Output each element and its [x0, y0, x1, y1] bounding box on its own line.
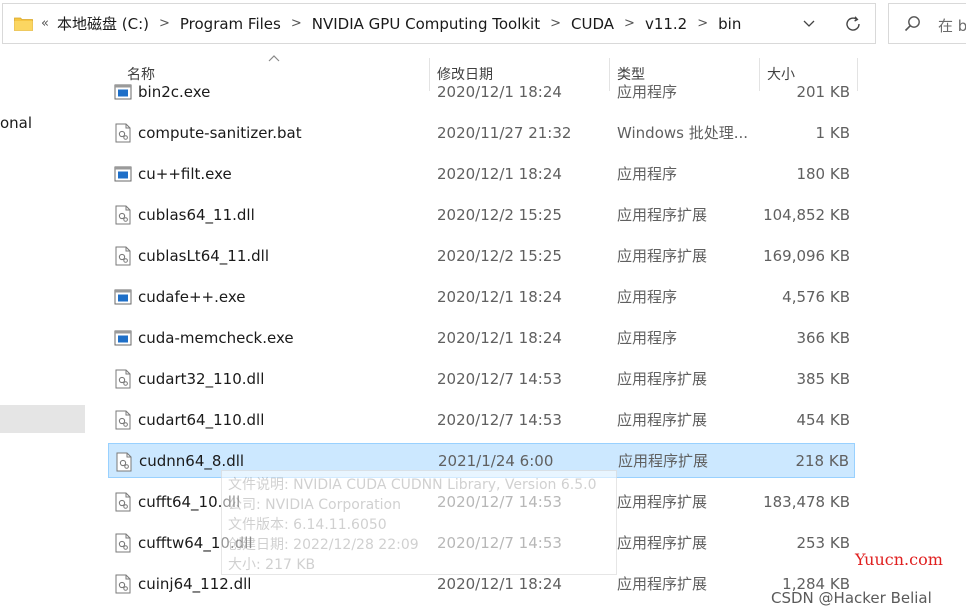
breadcrumb-overflow[interactable]: «	[41, 16, 57, 31]
breadcrumb-separator-icon[interactable]: >	[281, 16, 312, 31]
file-row[interactable]: cudart32_110.dll 2020/12/7 14:53 应用程序扩展 385…	[108, 361, 855, 396]
file-size: 253 KB	[796, 533, 850, 552]
tooltip-line: 公司: NVIDIA Corporation	[228, 497, 401, 513]
file-name: cudart32_110.dll	[138, 369, 265, 388]
file-type: 应用程序	[617, 165, 678, 183]
breadcrumb-separator-icon[interactable]: >	[540, 16, 571, 31]
file-row[interactable]: bin2c.exe 2020/12/1 18:24 应用程序 201 KB	[108, 74, 855, 109]
file-type: 应用程序扩展	[617, 534, 708, 552]
file-size: 218 KB	[795, 451, 849, 470]
file-date: 2020/11/27 21:32	[437, 123, 572, 142]
breadcrumb: « 本地磁盘 (C:) > Program Files > NVIDIA GPU Com…	[41, 4, 741, 43]
address-bar[interactable]: « 本地磁盘 (C:) > Program Files > NVIDIA GPU Com…	[2, 3, 876, 44]
file-type: 应用程序扩展	[617, 206, 708, 224]
file-date: 2020/12/1 18:24	[437, 328, 562, 347]
file-date: 2020/12/7 14:53	[437, 410, 562, 429]
nav-item-label[interactable]: onal	[0, 114, 32, 132]
file-type: 应用程序扩展	[617, 411, 708, 429]
file-type: 应用程序扩展	[617, 370, 708, 388]
file-name: cuda-memcheck.exe	[138, 328, 294, 347]
tooltip-line: 文件版本: 6.14.11.6050	[228, 517, 387, 533]
file-name: bin2c.exe	[138, 82, 211, 101]
breadcrumb-item[interactable]: bin	[718, 15, 741, 33]
file-size: 4,576 KB	[782, 287, 850, 306]
nav-item-selected[interactable]	[0, 405, 85, 433]
file-row[interactable]: compute-sanitizer.bat 2020/11/27 21:32 Win…	[108, 115, 855, 150]
dll-icon	[114, 369, 132, 389]
dll-icon	[114, 492, 132, 512]
dll-icon	[114, 574, 132, 594]
file-size: 366 KB	[796, 328, 850, 347]
breadcrumb-item[interactable]: v11.2	[645, 15, 687, 33]
breadcrumb-item[interactable]: NVIDIA GPU Computing Toolkit	[312, 15, 540, 33]
file-date: 2020/12/2 15:25	[437, 205, 562, 224]
file-name: cublas64_11.dll	[138, 205, 255, 224]
file-type: 应用程序扩展	[617, 493, 708, 511]
file-row[interactable]: cu++filt.exe 2020/12/1 18:24 应用程序 180 KB	[108, 156, 855, 191]
file-size: 454 KB	[796, 410, 850, 429]
tooltip-line: 文件说明: NVIDIA CUDA CUDNN Library, Version…	[228, 477, 597, 493]
breadcrumb-separator-icon[interactable]: >	[614, 16, 645, 31]
file-row[interactable]: cudafe++.exe 2020/12/1 18:24 应用程序 4,576 KB	[108, 279, 855, 314]
file-type: 应用程序	[617, 288, 678, 306]
dll-icon	[114, 246, 132, 266]
file-type: 应用程序扩展	[617, 247, 708, 265]
watermark-author: CSDN @Hacker Belial	[771, 589, 932, 607]
dll-icon	[114, 533, 132, 553]
dll-icon	[115, 452, 133, 472]
file-name: cudafe++.exe	[138, 287, 246, 306]
breadcrumb-item[interactable]: 本地磁盘 (C:)	[57, 13, 149, 34]
file-name: cudart64_110.dll	[138, 410, 265, 429]
file-type: 应用程序扩展	[617, 575, 708, 593]
address-dropdown-button[interactable]	[798, 13, 820, 35]
search-icon	[904, 16, 920, 32]
file-size: 183,478 KB	[763, 492, 850, 511]
tooltip-line: 大小: 217 KB	[228, 557, 316, 573]
file-date: 2020/12/2 15:25	[437, 246, 562, 265]
file-type: 应用程序	[617, 83, 678, 101]
file-size: 169,096 KB	[763, 246, 850, 265]
breadcrumb-separator-icon[interactable]: >	[687, 16, 718, 31]
file-type: 应用程序扩展	[618, 452, 709, 470]
bat-icon	[114, 123, 132, 143]
file-date: 2020/12/1 18:24	[437, 287, 562, 306]
watermark-site: Yuucn.com	[855, 550, 943, 569]
file-name: cublasLt64_11.dll	[138, 246, 269, 265]
search-box[interactable]: 在 b	[888, 3, 966, 44]
exe-icon	[114, 328, 132, 348]
file-name: cu++filt.exe	[138, 164, 232, 183]
exe-icon	[114, 82, 132, 102]
breadcrumb-separator-icon[interactable]: >	[149, 16, 180, 31]
column-divider[interactable]	[857, 58, 858, 91]
file-name: compute-sanitizer.bat	[138, 123, 302, 142]
file-row[interactable]: cublasLt64_11.dll 2020/12/2 15:25 应用程序扩展 16…	[108, 238, 855, 273]
exe-icon	[114, 287, 132, 307]
chevron-down-icon	[803, 20, 815, 27]
file-size: 385 KB	[796, 369, 850, 388]
dll-icon	[114, 205, 132, 225]
file-date: 2020/12/1 18:24	[437, 164, 562, 183]
file-size: 180 KB	[796, 164, 850, 183]
dll-icon	[114, 410, 132, 430]
file-size: 104,852 KB	[763, 205, 850, 224]
file-date: 2020/12/1 18:24	[437, 82, 562, 101]
tooltip-line: 创建日期: 2022/12/28 22:09	[228, 537, 419, 553]
search-placeholder: 在 b	[938, 17, 966, 35]
file-size: 201 KB	[796, 82, 850, 101]
exe-icon	[114, 164, 132, 184]
file-row[interactable]: cudart64_110.dll 2020/12/7 14:53 应用程序扩展 454…	[108, 402, 855, 437]
file-row[interactable]: cuda-memcheck.exe 2020/12/1 18:24 应用程序 366 …	[108, 320, 855, 355]
refresh-icon	[846, 16, 860, 31]
file-type: 应用程序	[617, 329, 678, 347]
file-size: 1 KB	[815, 123, 850, 142]
file-row[interactable]: cublas64_11.dll 2020/12/2 15:25 应用程序扩展 104,…	[108, 197, 855, 232]
breadcrumb-item[interactable]: CUDA	[571, 15, 614, 33]
breadcrumb-item[interactable]: Program Files	[180, 15, 281, 33]
folder-icon	[14, 17, 33, 31]
file-date: 2020/12/7 14:53	[437, 369, 562, 388]
file-type: Windows 批处理...	[617, 124, 749, 142]
file-info-tooltip: 文件说明: NVIDIA CUDA CUDNN Library, Version…	[221, 470, 617, 575]
sort-ascending-icon	[268, 55, 280, 62]
refresh-button[interactable]	[841, 12, 865, 36]
